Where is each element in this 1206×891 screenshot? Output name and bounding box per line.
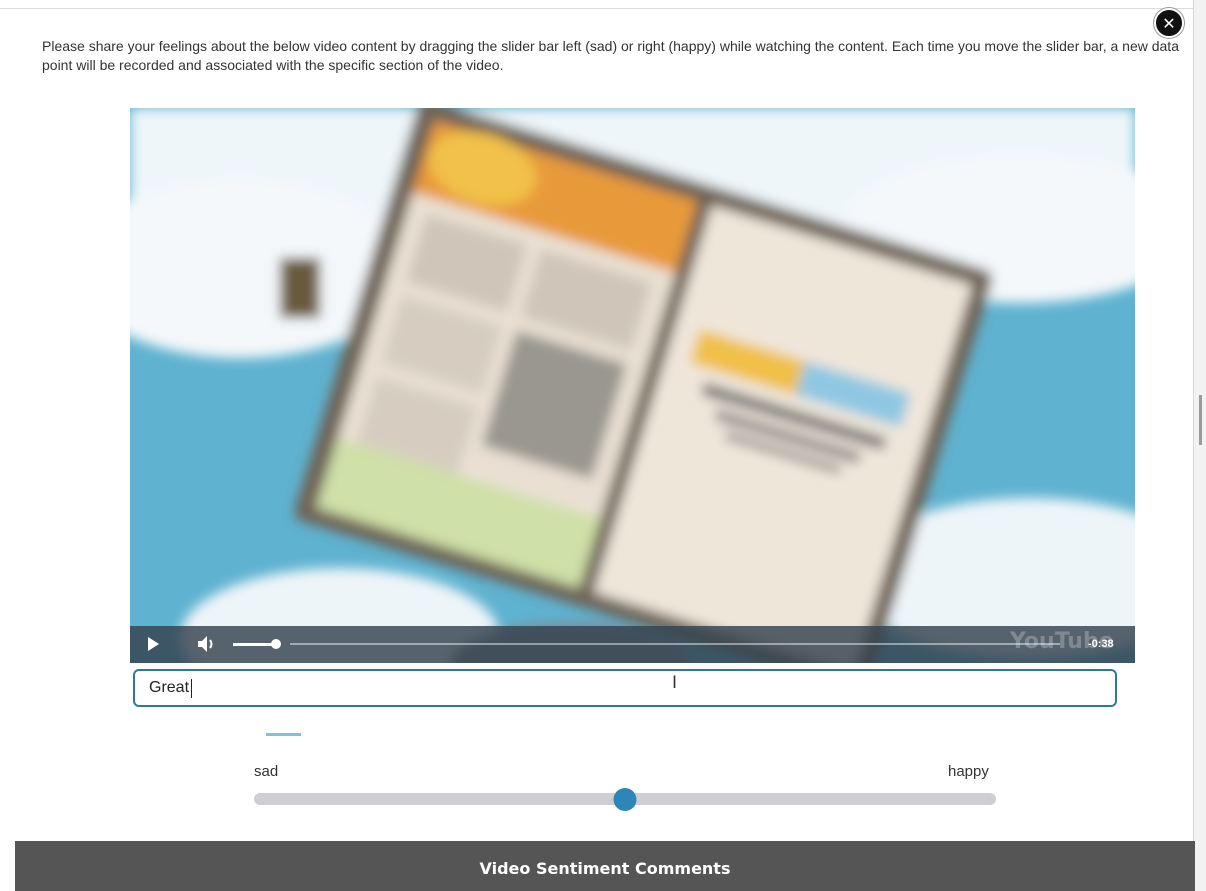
text-caret	[191, 679, 193, 698]
close-icon: ✕	[1162, 14, 1176, 33]
scroll-indicator	[1199, 395, 1202, 445]
video-player[interactable]: YouTube -0:38	[130, 108, 1135, 663]
happy-label: happy	[948, 763, 989, 780]
text-cursor-icon: I	[672, 673, 678, 693]
comments-section-title: Video Sentiment Comments	[479, 859, 731, 878]
play-icon[interactable]	[148, 637, 159, 651]
side-panel-edge	[1193, 0, 1206, 891]
video-frame	[130, 108, 1135, 663]
sentiment-slider-knob[interactable]	[613, 788, 637, 811]
time-remaining: -0:38	[1088, 638, 1114, 650]
sad-label: sad	[254, 763, 279, 780]
volume-icon[interactable]	[196, 633, 216, 655]
instructions-text: Please share your feelings about the bel…	[42, 38, 1179, 73]
modal-top-border	[0, 8, 1193, 9]
volume-knob[interactable]	[271, 639, 281, 649]
video-controls-bar: YouTube -0:38	[130, 626, 1135, 663]
close-button[interactable]: ✕	[1154, 8, 1184, 38]
slider-indicator-dash	[266, 733, 301, 736]
comment-input[interactable]	[133, 669, 1117, 707]
volume-slider[interactable]	[233, 643, 275, 646]
video-progress-bar[interactable]	[290, 643, 1060, 645]
comments-header-bar: Video Sentiment Comments	[15, 841, 1195, 891]
